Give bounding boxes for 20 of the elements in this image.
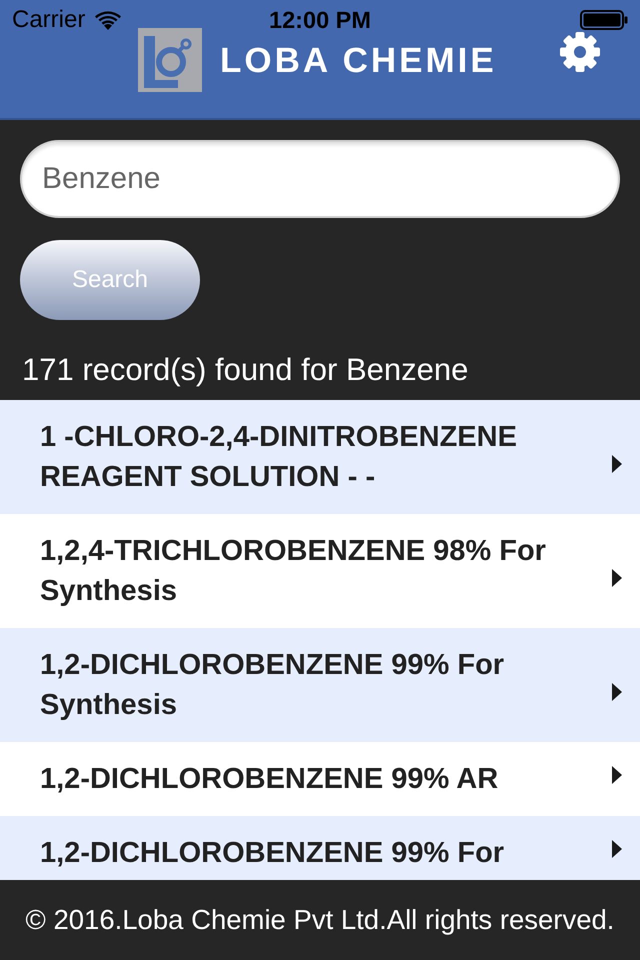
logo-icon [138, 28, 202, 92]
chevron-icon [612, 683, 622, 701]
result-item[interactable]: 1,2,4-TRICHLOROBENZENE 98% For Synthesis [0, 514, 640, 628]
wifi-icon [95, 10, 122, 30]
search-field[interactable]: Benzene [20, 140, 620, 218]
chevron-icon [612, 569, 622, 587]
copyright-text: © 2016.Loba Chemie Pvt Ltd.All rights reserved. [26, 904, 614, 936]
settings-icon[interactable] [560, 32, 600, 72]
chevron-icon [612, 840, 622, 858]
chevron-icon [612, 766, 622, 784]
carrier-name: Carrier [12, 6, 86, 34]
app-title: LOBA CHEMIE [220, 40, 497, 82]
result-item[interactable]: 1,2-DICHLOROBENZENE 99% For Synthesis [0, 628, 640, 742]
result-item[interactable]: 1 -CHLORO-2,4-DINITROBENZENE REAGENT SOLUTION - - [0, 400, 640, 514]
result-item[interactable]: 1,2-DICHLOROBENZENE 99% For [0, 816, 640, 880]
results-summary: 171 record(s) found for Benzene [21, 351, 470, 389]
chevron-icon [612, 455, 622, 473]
clock-time: 12:00 PM [269, 6, 371, 34]
battery-icon [580, 10, 628, 30]
result-item[interactable]: 1,2-DICHLOROBENZENE 99% AR [0, 742, 640, 816]
